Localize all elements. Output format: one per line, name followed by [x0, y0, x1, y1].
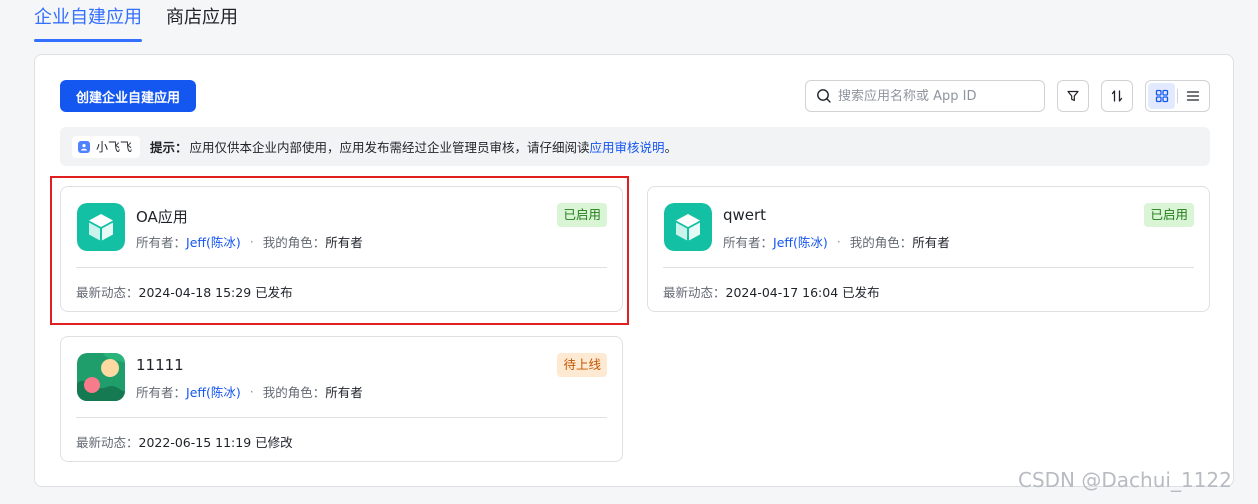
meta-separator: · — [836, 234, 841, 249]
meta-separator: · — [249, 384, 254, 399]
view-toggle — [1145, 80, 1210, 112]
list-icon — [1187, 91, 1200, 101]
grid-view-button[interactable] — [1148, 83, 1176, 109]
owner-label: 所有者： — [136, 385, 187, 400]
card-divider — [76, 417, 607, 418]
view-toggle-divider — [1177, 89, 1178, 103]
create-app-button[interactable]: 创建企业自建应用 — [60, 80, 196, 112]
user-name: 小飞飞 — [96, 140, 133, 154]
activity-value: 2024-04-17 16:04 已发布 — [725, 285, 880, 300]
app-card-11111[interactable]: 11111 所有者： Jeff(陈冰) · 我的角色： 所有者 待上线 最新动态… — [60, 336, 623, 462]
review-guide-link[interactable]: 应用审核说明 — [590, 137, 665, 156]
owner-link[interactable]: Jeff(陈冰) — [773, 232, 828, 251]
tip-text: 应用仅供本企业内部使用，应用发布需经过企业管理员审核，请仔细阅读 — [189, 140, 590, 155]
notice-bar: 小飞飞 提示： 应用仅供本企业内部使用，应用发布需经过企业管理员审核，请仔细阅读… — [60, 127, 1210, 166]
cube-app-icon — [664, 203, 712, 251]
search-box[interactable] — [805, 80, 1045, 112]
activity-value: 2022-06-15 11:19 已修改 — [138, 435, 293, 450]
app-card-qwert[interactable]: qwert 所有者： Jeff(陈冰) · 我的角色： 所有者 已启用 最新动态… — [647, 186, 1210, 312]
status-badge: 待上线 — [557, 353, 607, 377]
tip-label: 提示： — [150, 140, 188, 155]
app-meta: 所有者： Jeff(陈冰) · 我的角色： 所有者 — [136, 382, 363, 401]
highlight-annotation — [50, 176, 629, 325]
role-value: 所有者 — [325, 385, 363, 400]
search-icon — [817, 89, 831, 103]
app-activity: 最新动态：2024-04-17 16:04 已发布 — [663, 282, 880, 301]
bubbles-app-icon — [77, 353, 125, 401]
top-tabs: 企业自建应用 商店应用 — [34, 0, 262, 42]
status-badge: 已启用 — [1144, 203, 1194, 227]
app-name: 11111 — [136, 356, 184, 374]
app-name: qwert — [723, 206, 767, 224]
sort-icon — [1111, 90, 1123, 102]
owner-label: 所有者： — [723, 235, 774, 250]
activity-label: 最新动态： — [663, 285, 726, 300]
role-label: 我的角色： — [262, 385, 326, 400]
tab-enterprise-apps[interactable]: 企业自建应用 — [34, 0, 142, 42]
tip-end: 。 — [664, 140, 678, 155]
filter-icon — [1067, 90, 1079, 102]
search-input[interactable] — [838, 88, 1038, 104]
app-meta: 所有者： Jeff(陈冰) · 我的角色： 所有者 — [723, 232, 950, 251]
activity-label: 最新动态： — [76, 435, 139, 450]
user-icon — [78, 140, 90, 153]
filter-button[interactable] — [1057, 80, 1089, 112]
list-view-button[interactable] — [1180, 83, 1207, 109]
tab-store-apps[interactable]: 商店应用 — [166, 0, 238, 42]
role-label: 我的角色： — [849, 235, 913, 250]
card-divider — [663, 267, 1194, 268]
user-chip: 小飞飞 — [72, 135, 141, 158]
app-activity: 最新动态：2022-06-15 11:19 已修改 — [76, 432, 293, 451]
role-value: 所有者 — [912, 235, 950, 250]
owner-link[interactable]: Jeff(陈冰) — [186, 382, 241, 401]
sort-button[interactable] — [1101, 80, 1133, 112]
watermark: CSDN @Dachui_1122 — [1018, 468, 1232, 492]
grid-icon — [1155, 89, 1168, 103]
